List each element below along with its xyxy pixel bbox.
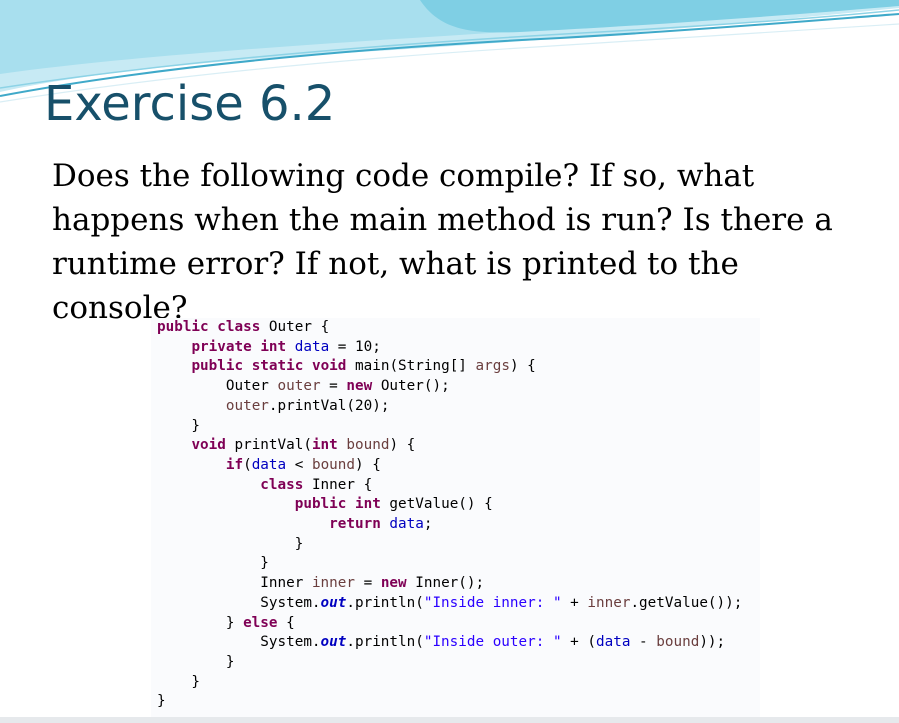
code-line: } [157, 417, 201, 434]
code-line: return data; [329, 516, 433, 533]
code-line: public static void main(String[] args) { [191, 358, 536, 375]
code-line: System.out.println("Inside inner: " + in… [157, 594, 743, 611]
code-line: } [157, 653, 235, 670]
slide: Exercise 6.2 Does the following code com… [0, 0, 899, 723]
code-line: public int getValue() { [294, 496, 493, 513]
code-listing: public class Outer { private int data = … [157, 318, 742, 712]
code-line: void printVal(int bound) { [191, 437, 416, 454]
code-line: } [157, 535, 304, 552]
code-line: } [157, 673, 201, 690]
code-line: outer.printVal(20); [225, 397, 390, 414]
code-block: public class Outer { private int data = … [151, 318, 760, 723]
code-line: if(data < bound) { [225, 456, 381, 473]
code-line: } [157, 555, 269, 572]
code-line: } else { [157, 614, 295, 631]
code-line: Outer outer = new Outer(); [157, 378, 450, 395]
code-line: private int data = 10; [191, 338, 381, 355]
code-line: class Inner { [260, 476, 373, 493]
slide-title: Exercise 6.2 [44, 76, 336, 132]
exercise-question: Does the following code compile? If so, … [52, 158, 833, 326]
code-line: public class Outer { [157, 319, 330, 335]
code-line: } [157, 693, 166, 710]
code-line: System.out.println("Inside outer: " + (d… [157, 634, 726, 651]
code-line: Inner inner = new Inner(); [157, 575, 485, 592]
footer-bar [0, 717, 899, 723]
